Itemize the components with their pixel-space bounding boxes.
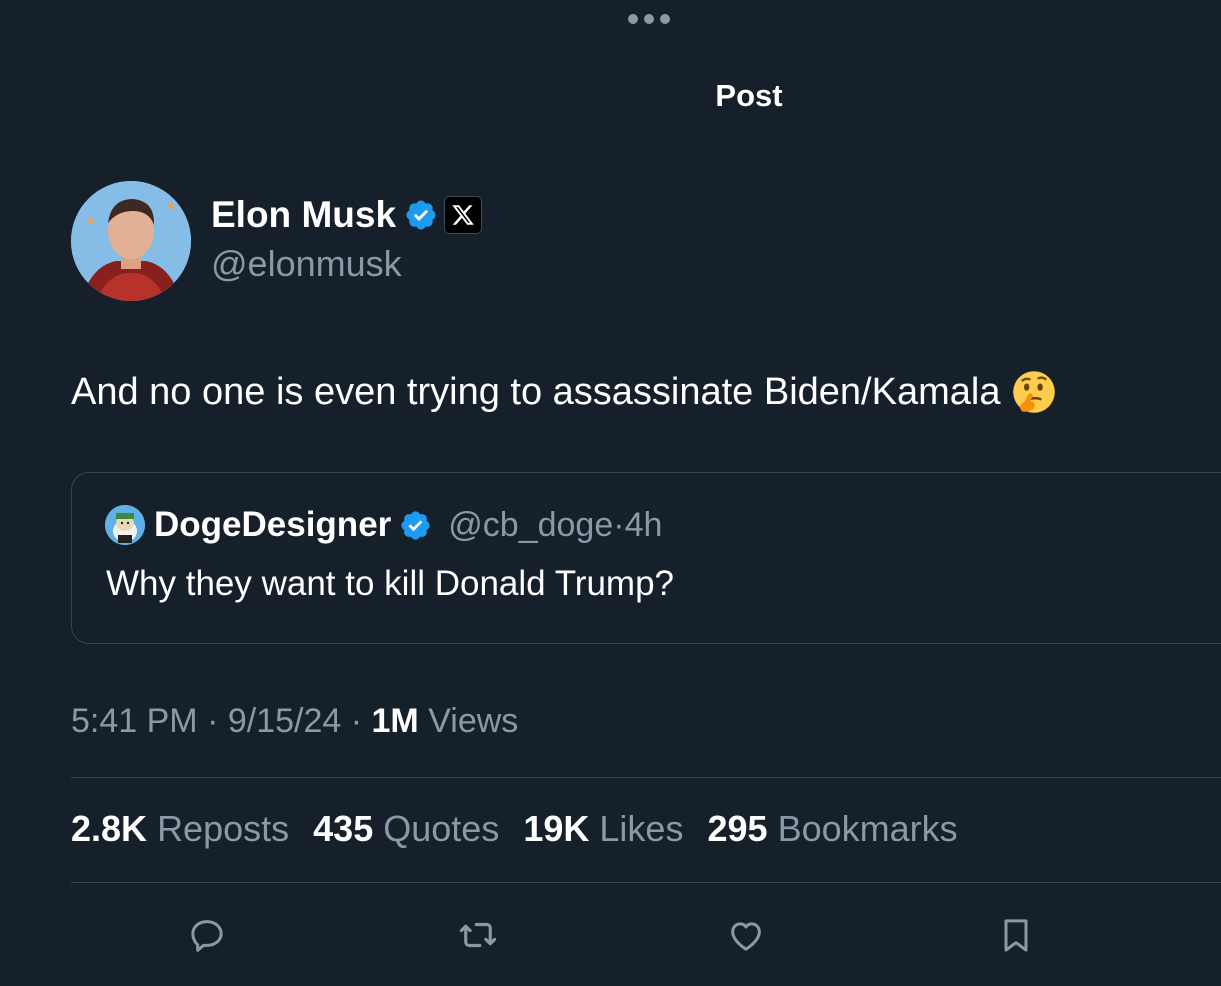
author-name[interactable]: Elon Musk bbox=[211, 194, 396, 236]
divider bbox=[71, 777, 1221, 778]
repost-icon bbox=[459, 922, 497, 948]
reposts-stat[interactable]: 2.8K Reposts bbox=[71, 808, 289, 849]
dot bbox=[644, 14, 654, 24]
quoted-handle-text: @cb_doge bbox=[448, 505, 614, 544]
x-affiliate-badge-icon[interactable] bbox=[444, 196, 483, 234]
stat-count: 295 bbox=[707, 808, 768, 849]
quoted-author-name[interactable]: DogeDesigner bbox=[154, 505, 391, 545]
stat-count: 435 bbox=[313, 808, 374, 849]
avatar-image bbox=[71, 181, 191, 301]
bookmark-button[interactable] bbox=[993, 912, 1039, 958]
bookmark-icon bbox=[1004, 919, 1028, 952]
stat-label: Reposts bbox=[157, 808, 290, 849]
stat-label: Likes bbox=[599, 808, 684, 849]
reply-button[interactable] bbox=[184, 912, 230, 958]
verified-badge-icon bbox=[401, 510, 430, 540]
author-handle[interactable]: @elonmusk bbox=[211, 243, 402, 285]
thinking-face-icon bbox=[1013, 371, 1056, 413]
author-avatar[interactable] bbox=[71, 181, 191, 301]
tweet-text: And no one is even trying to assassinate… bbox=[71, 370, 1056, 414]
separator-dot: · bbox=[613, 505, 625, 544]
tweet-body: And no one is even trying to assassinate… bbox=[71, 370, 1001, 413]
divider bbox=[71, 882, 1221, 883]
bookmarks-stat[interactable]: 295 Bookmarks bbox=[707, 808, 957, 849]
stat-count: 2.8K bbox=[71, 808, 148, 849]
post-date[interactable]: 9/15/24 bbox=[228, 702, 341, 740]
dot bbox=[628, 14, 638, 24]
quoted-tweet-header: DogeDesigner @cb_doge·4h bbox=[105, 505, 662, 545]
doge-avatar-image bbox=[105, 505, 145, 545]
like-button[interactable] bbox=[723, 912, 769, 958]
engagement-stats: 2.8K Reposts 435 Quotes 19K Likes 295 Bo… bbox=[71, 808, 972, 850]
more-options-dots[interactable] bbox=[628, 14, 670, 24]
repost-button[interactable] bbox=[455, 912, 501, 958]
like-icon bbox=[731, 922, 761, 951]
stat-label: Quotes bbox=[383, 808, 500, 849]
views-label: Views bbox=[428, 702, 519, 740]
verified-badge-icon bbox=[406, 200, 436, 230]
page-title: Post bbox=[715, 78, 783, 113]
quoted-author-avatar[interactable] bbox=[105, 505, 145, 545]
stat-count: 19K bbox=[523, 808, 590, 849]
quotes-stat[interactable]: 435 Quotes bbox=[313, 808, 499, 849]
reply-icon bbox=[191, 920, 223, 952]
dot bbox=[660, 14, 670, 24]
likes-stat[interactable]: 19K Likes bbox=[523, 808, 683, 849]
quoted-tweet-text: Why they want to kill Donald Trump? bbox=[106, 564, 675, 603]
quoted-tweet-card[interactable] bbox=[71, 472, 1221, 644]
post-time[interactable]: 5:41 PM bbox=[71, 702, 198, 740]
quoted-post-age: 4h bbox=[624, 505, 663, 544]
author-name-row[interactable]: Elon Musk bbox=[211, 194, 483, 236]
views-count: 1M bbox=[371, 702, 419, 740]
post-meta: 5:41 PM · 9/15/24 · 1M Views bbox=[71, 702, 519, 740]
x-logo-icon bbox=[452, 205, 474, 225]
stat-label: Bookmarks bbox=[777, 808, 958, 849]
quoted-author-handle[interactable]: @cb_doge·4h bbox=[448, 506, 662, 545]
